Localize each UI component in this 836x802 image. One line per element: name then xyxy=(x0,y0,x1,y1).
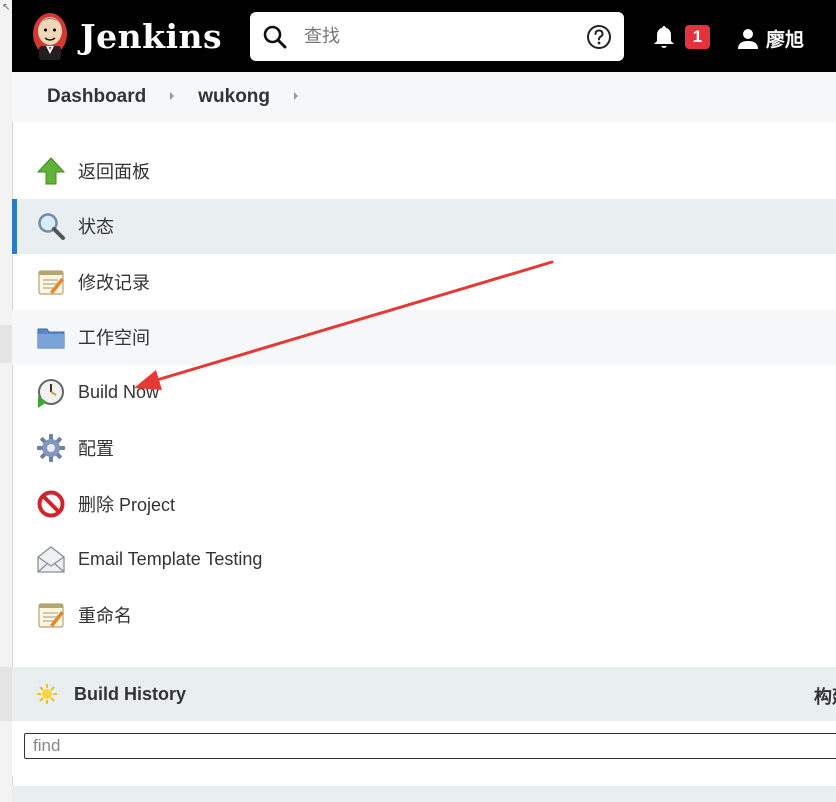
gear-icon xyxy=(37,434,65,463)
task-delete-project[interactable]: 删除 Project xyxy=(12,476,836,532)
window-corner-mark: ↖ xyxy=(2,2,11,13)
arrow-up-icon xyxy=(36,157,66,185)
task-label: Email Template Testing xyxy=(78,548,263,569)
task-rename[interactable]: 重命名 xyxy=(12,587,836,643)
notification-badge[interactable]: 1 xyxy=(685,25,710,49)
task-label: 配置 xyxy=(78,439,114,460)
task-email-template-testing[interactable]: Email Template Testing xyxy=(12,532,836,588)
notepad-icon xyxy=(38,270,64,295)
task-back-to-dashboard[interactable]: 返回面板 xyxy=(12,143,836,199)
breadcrumb-dashboard[interactable]: Dashboard xyxy=(47,86,146,108)
folder-icon xyxy=(37,328,65,349)
task-label: 工作空间 xyxy=(78,328,150,349)
task-label: 修改记录 xyxy=(78,272,150,293)
side-panel-tasks: 返回面板 状态 修改记录 工作空间 Build Now 配置 删除 Projec… xyxy=(12,143,836,643)
build-history-title: Build History xyxy=(74,683,187,704)
sun-icon xyxy=(37,684,57,704)
task-label: 状态 xyxy=(78,217,114,238)
user-menu[interactable]: 廖旭 xyxy=(736,25,804,52)
help-icon[interactable] xyxy=(586,24,612,50)
user-name: 廖旭 xyxy=(766,30,805,51)
task-workspace[interactable]: 工作空间 xyxy=(12,309,836,365)
task-status[interactable]: 状态 xyxy=(12,198,836,254)
magnifier-icon xyxy=(38,213,65,241)
bell-icon[interactable] xyxy=(652,24,676,50)
build-history-footer xyxy=(12,786,836,802)
task-label: 删除 Project xyxy=(78,494,176,515)
no-entry-icon xyxy=(37,490,65,518)
jenkins-logo[interactable]: Jenkins xyxy=(30,10,222,62)
task-changes[interactable]: 修改记录 xyxy=(12,254,836,310)
build-history-header: Build History 构建 xyxy=(12,667,836,721)
task-build-now[interactable]: Build Now xyxy=(12,365,836,421)
envelope-icon xyxy=(37,546,65,573)
window-edge-shade xyxy=(0,325,12,363)
jenkins-butler-icon xyxy=(33,13,67,60)
search-box[interactable] xyxy=(250,12,624,61)
notepad-icon xyxy=(38,603,64,628)
breadcrumb: Dashboard wukong xyxy=(12,72,836,122)
task-label: 重命名 xyxy=(78,605,132,626)
build-trend-link[interactable]: 构建 xyxy=(814,683,836,709)
clock-play-icon xyxy=(38,378,64,408)
find-input[interactable] xyxy=(24,733,836,759)
search-icon xyxy=(263,25,287,48)
task-label: 返回面板 xyxy=(78,161,150,182)
build-history-filter xyxy=(12,721,836,776)
chevron-right-icon[interactable] xyxy=(168,91,176,101)
chevron-right-icon[interactable] xyxy=(292,91,300,101)
user-icon xyxy=(738,28,758,49)
breadcrumb-project[interactable]: wukong xyxy=(198,86,270,108)
top-header: Jenkins 1 廖旭 xyxy=(12,0,836,72)
window-edge-shade xyxy=(0,667,12,721)
task-configure[interactable]: 配置 xyxy=(12,421,836,477)
task-label: Build Now xyxy=(78,382,160,403)
brand-name: Jenkins xyxy=(80,16,223,56)
search-input[interactable] xyxy=(302,25,576,48)
